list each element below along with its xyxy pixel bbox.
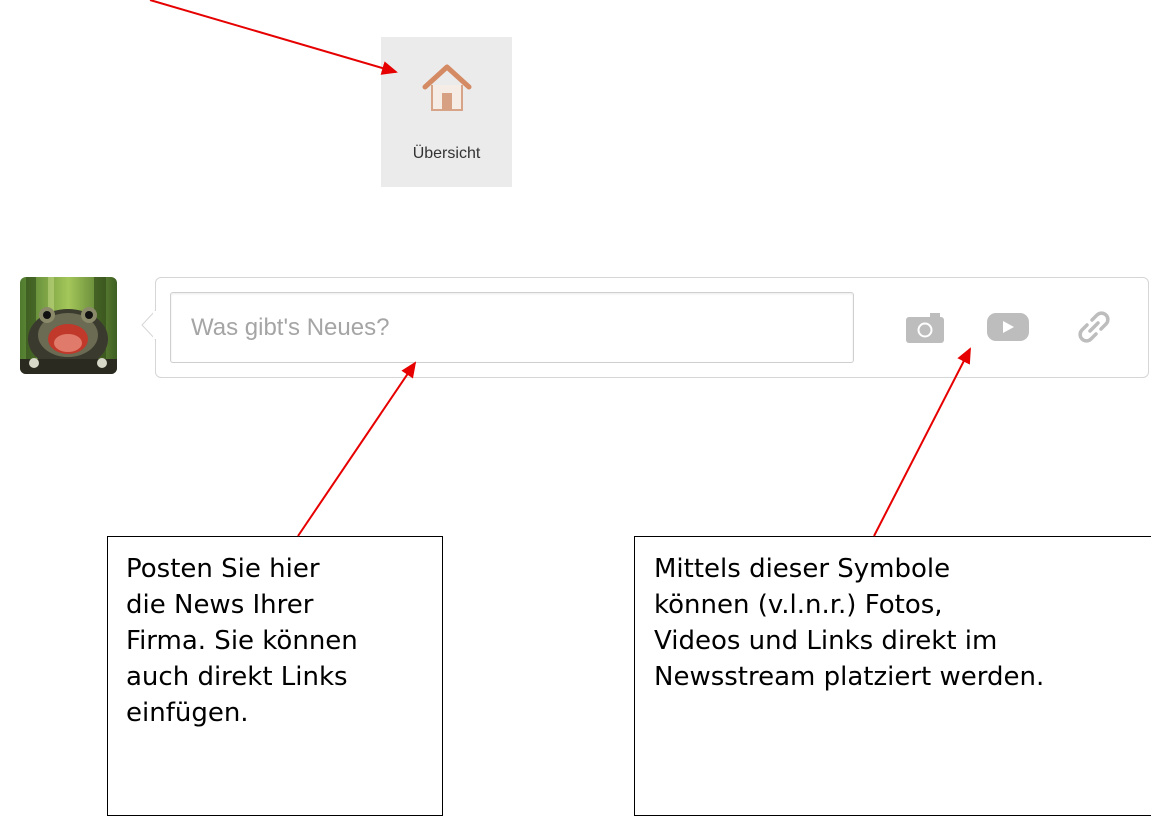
arrow-to-post-input [297, 361, 417, 537]
house-icon [422, 64, 472, 111]
overview-nav-button[interactable]: Übersicht [381, 37, 512, 187]
avatar [20, 277, 117, 374]
composer-pointer-mask [153, 311, 157, 339]
link-icon [1078, 311, 1110, 343]
add-photo-button[interactable] [904, 312, 946, 344]
overview-label: Übersicht [412, 145, 481, 162]
avatar-frog-image [20, 277, 117, 374]
add-link-button[interactable] [1075, 308, 1113, 346]
annotation-media-icons: Mittels dieser Symbole können (v.l.n.r.)… [634, 536, 1151, 816]
arrow-to-overview [149, 0, 398, 75]
video-play-icon [987, 313, 1029, 341]
annotation-post-news: Posten Sie hier die News Ihrer Firma. Si… [107, 536, 443, 816]
add-video-button[interactable] [986, 310, 1030, 344]
post-input[interactable] [170, 292, 854, 363]
camera-icon [906, 313, 944, 343]
